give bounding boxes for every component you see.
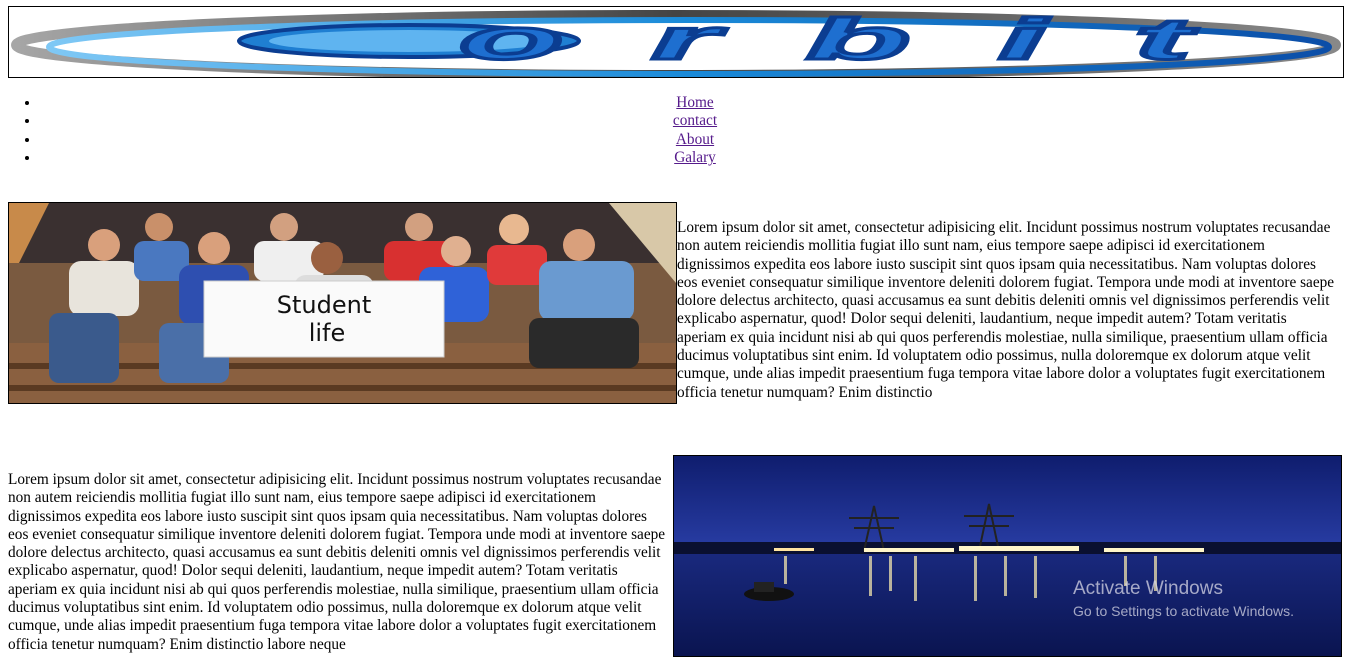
nav-link-home[interactable]: Home: [676, 94, 713, 111]
nav-item-about: About: [40, 131, 1350, 149]
nav-item-home: Home: [40, 94, 1350, 112]
nav-item-galary: Galary: [40, 149, 1350, 167]
logo-wordmark: orbit: [459, 7, 1279, 72]
student-life-photo: Student life: [8, 202, 677, 404]
main-nav: Home contact About Galary: [0, 94, 1350, 168]
night-river-photo: [673, 455, 1342, 657]
watermark-title: Activate Windows: [1073, 578, 1223, 599]
orbit-logo: orbit: [11, 7, 1341, 77]
nav-link-contact[interactable]: contact: [673, 112, 717, 129]
header-logo-banner: orbit: [8, 6, 1344, 78]
section2-paragraph: Lorem ipsum dolor sit amet, consectetur …: [8, 471, 666, 653]
nav-link-about[interactable]: About: [676, 131, 714, 148]
section1-paragraph: Lorem ipsum dolor sit amet, consectetur …: [677, 219, 1335, 401]
sign-text-line2: life: [309, 319, 346, 347]
nav-item-contact: contact: [40, 112, 1350, 130]
sign-text-line1: Student: [277, 291, 371, 319]
windows-activation-watermark: Activate Windows Go to Settings to activ…: [1073, 578, 1294, 622]
nav-link-galary[interactable]: Galary: [674, 149, 716, 166]
watermark-subtitle: Go to Settings to activate Windows.: [1073, 603, 1294, 619]
